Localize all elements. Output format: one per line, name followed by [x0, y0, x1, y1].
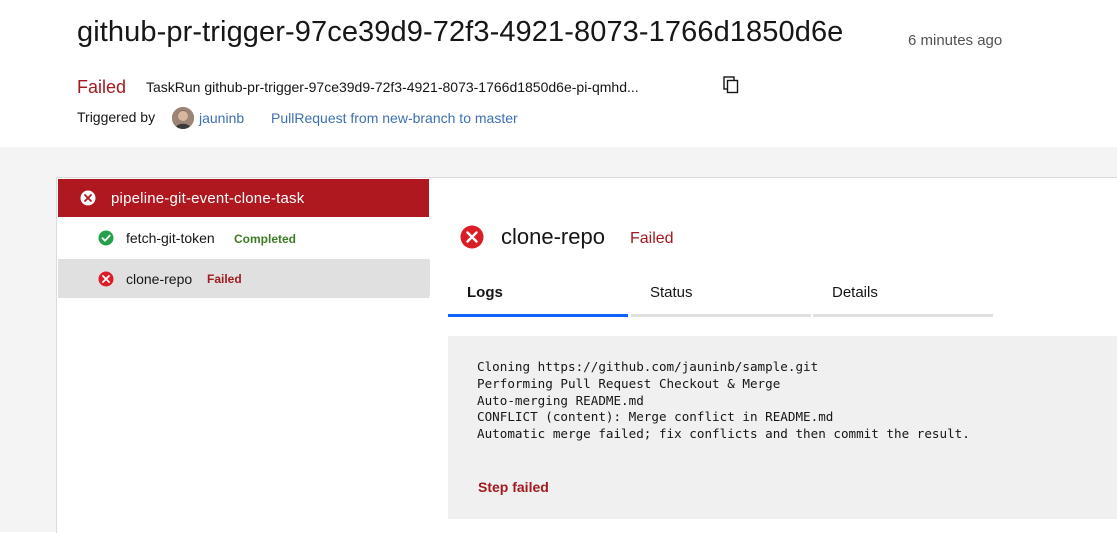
tab-indicator	[631, 314, 811, 317]
error-filled-icon	[80, 190, 96, 211]
task-name: pipeline-git-event-clone-task	[111, 190, 305, 207]
trigger-event-link[interactable]: PullRequest from new-branch to master	[271, 110, 518, 126]
error-filled-icon	[98, 271, 114, 292]
taskrun-name: TaskRun github-pr-trigger-97ce39d9-72f3-…	[146, 79, 639, 95]
user-avatar	[172, 107, 194, 129]
tab-label: Details	[832, 284, 878, 301]
step-name: fetch-git-token	[126, 230, 215, 246]
run-status: Failed	[77, 77, 127, 97]
error-filled-icon	[460, 225, 484, 254]
copy-icon[interactable]	[723, 76, 739, 94]
tab-status[interactable]: Status	[631, 276, 811, 318]
step-title: clone-repo	[501, 224, 605, 249]
log-output: Cloning https://github.com/jauninb/sampl…	[477, 359, 970, 442]
tab-indicator	[813, 314, 993, 317]
tab-details[interactable]: Details	[813, 276, 993, 318]
checkmark-filled-icon	[98, 230, 114, 251]
tab-indicator	[448, 314, 628, 317]
task-item-pipeline-git-event-clone-task[interactable]: pipeline-git-event-clone-task	[58, 179, 429, 217]
step-name: clone-repo	[126, 271, 193, 287]
tab-logs[interactable]: Logs	[448, 276, 628, 318]
run-time-ago: 6 minutes ago	[908, 32, 1003, 49]
copy-icon-graphic	[723, 76, 739, 94]
tab-label: Status	[650, 284, 693, 301]
pipelinerun-header: github-pr-trigger-97ce39d9-72f3-4921-807…	[0, 0, 1117, 147]
step-status: Failed	[207, 272, 242, 286]
step-result: Step failed	[478, 479, 549, 495]
triggered-by-user-link[interactable]: jauninb	[199, 110, 244, 126]
step-status: Completed	[234, 232, 297, 246]
step-item-clone-repo[interactable]: clone-repo Failed	[58, 259, 441, 298]
page-title: github-pr-trigger-97ce39d9-72f3-4921-807…	[77, 16, 844, 48]
step-status-label: Failed	[630, 230, 674, 247]
tab-label: Logs	[467, 284, 503, 301]
avatar-image	[172, 107, 194, 129]
step-item-fetch-git-token[interactable]: fetch-git-token Completed	[58, 218, 429, 257]
task-tree: pipeline-git-event-clone-task fetch-git-…	[56, 177, 441, 533]
triggered-by-label: Triggered by	[77, 109, 156, 125]
